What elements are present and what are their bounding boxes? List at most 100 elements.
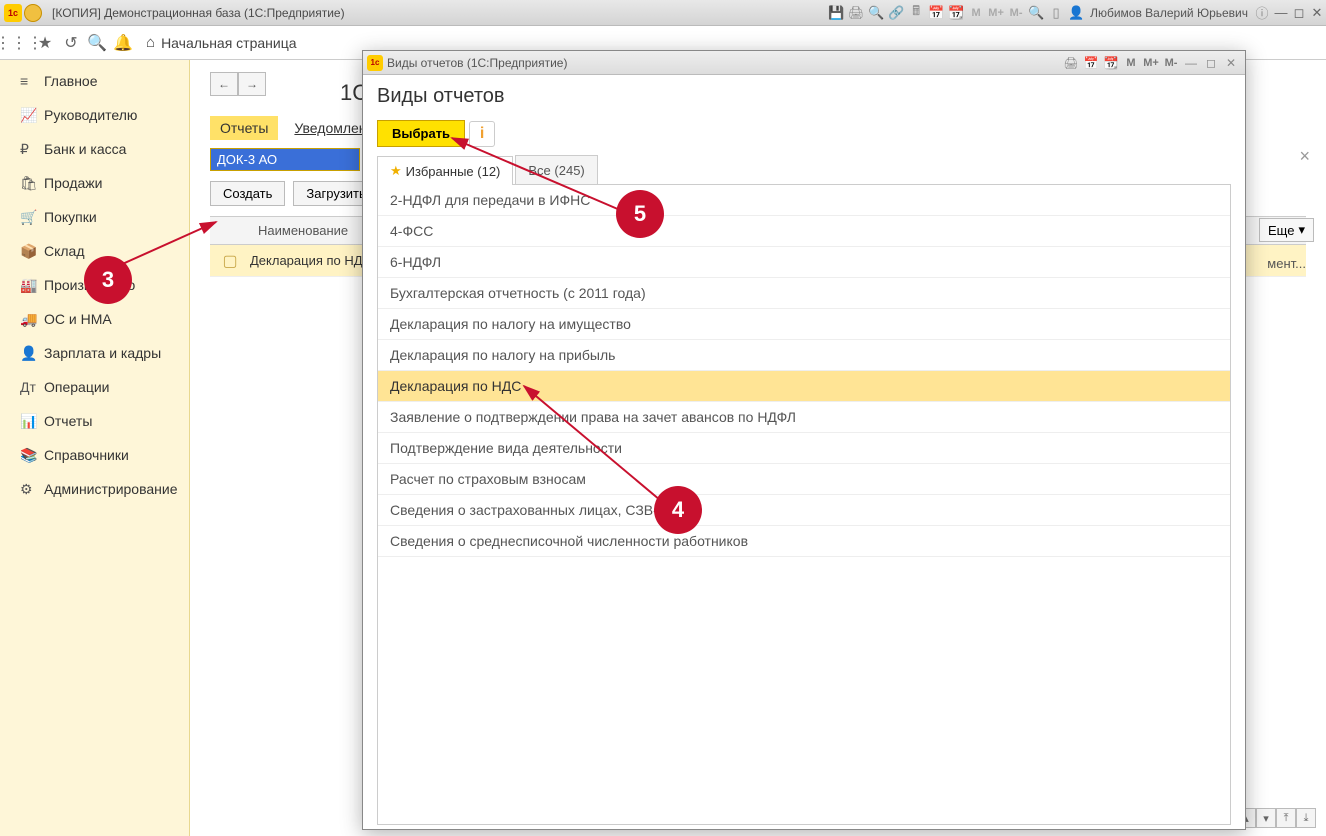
sidebar-item[interactable]: 📚Справочники bbox=[0, 438, 189, 472]
report-item[interactable]: Расчет по страховым взносам bbox=[378, 464, 1230, 495]
report-item[interactable]: 4-ФСС bbox=[378, 216, 1230, 247]
dialog-print-icon[interactable]: 🖨 bbox=[1061, 56, 1081, 70]
create-button[interactable]: Создать bbox=[210, 181, 285, 206]
report-item[interactable]: Сведения о среднесписочной численности р… bbox=[378, 526, 1230, 557]
sidebar-label: Покупки bbox=[44, 209, 97, 225]
tab-reports[interactable]: Отчеты bbox=[210, 116, 278, 140]
sidebar-label: Отчеты bbox=[44, 413, 92, 429]
maximize-icon[interactable]: ◻ bbox=[1290, 5, 1308, 21]
sidebar-item[interactable]: ≡Главное bbox=[0, 64, 189, 98]
save-icon[interactable]: 💾 bbox=[826, 5, 846, 21]
sidebar-item[interactable]: ⚙Администрирование bbox=[0, 472, 189, 506]
m-icon[interactable]: M bbox=[966, 7, 986, 19]
sidebar-label: Зарплата и кадры bbox=[44, 345, 161, 361]
sidebar-item[interactable]: ДтОперации bbox=[0, 370, 189, 404]
sidebar-icon: ⚙ bbox=[20, 481, 44, 498]
sidebar-label: Главное bbox=[44, 73, 98, 89]
report-item[interactable]: 2-НДФЛ для передачи в ИФНС bbox=[378, 185, 1230, 216]
back-button[interactable]: ← bbox=[210, 72, 238, 96]
tab-favorites[interactable]: ★ Избранные (12) bbox=[377, 156, 513, 185]
date-icon[interactable]: 📆 bbox=[946, 5, 966, 21]
report-item[interactable]: Заявление о подтверждении права на зачет… bbox=[378, 402, 1230, 433]
sidebar-label: Руководителю bbox=[44, 107, 137, 123]
sidebar-icon: 🚚 bbox=[20, 311, 44, 328]
scroll-top-icon[interactable]: ⤒ bbox=[1276, 808, 1296, 828]
panel-icon[interactable]: ▯ bbox=[1046, 5, 1066, 21]
dialog-minimize-icon[interactable]: — bbox=[1181, 56, 1201, 70]
apps-icon[interactable]: ⋮⋮⋮ bbox=[6, 30, 32, 56]
more-button[interactable]: Еще ▾ bbox=[1259, 218, 1314, 242]
sidebar-item[interactable]: 📊Отчеты bbox=[0, 404, 189, 438]
scroll-bottom-icon[interactable]: ⤓ bbox=[1296, 808, 1316, 828]
minimize-icon[interactable]: — bbox=[1272, 5, 1290, 20]
sidebar-icon: 📊 bbox=[20, 413, 44, 430]
dialog-calendar-icon[interactable]: 📅 bbox=[1081, 56, 1101, 70]
annotation-3: 3 bbox=[84, 256, 132, 304]
sidebar-icon: 🛒 bbox=[20, 209, 44, 226]
dialog-date-icon[interactable]: 📆 bbox=[1101, 56, 1121, 70]
home-label: Начальная страница bbox=[161, 35, 296, 51]
user-name[interactable]: Любимов Валерий Юрьевич bbox=[1090, 6, 1248, 20]
filter-input[interactable] bbox=[210, 148, 360, 171]
calc-icon[interactable]: 🖩 bbox=[906, 2, 926, 24]
m-minus-icon[interactable]: M- bbox=[1006, 7, 1026, 19]
sidebar-icon: 📈 bbox=[20, 107, 44, 124]
zoom-icon[interactable]: 🔍 bbox=[1026, 5, 1046, 21]
user-icon: 👤 bbox=[1066, 5, 1086, 21]
sidebar-icon: 🏭 bbox=[20, 277, 44, 294]
report-item[interactable]: Декларация по налогу на прибыль bbox=[378, 340, 1230, 371]
report-types-dialog: 1c Виды отчетов (1С:Предприятие) 🖨 📅 📆 M… bbox=[362, 50, 1246, 830]
sidebar-label: Администрирование bbox=[44, 481, 178, 497]
sidebar-item[interactable]: 🚚ОС и НМА bbox=[0, 302, 189, 336]
sidebar-icon: 📦 bbox=[20, 243, 44, 260]
dialog-close-icon[interactable]: ✕ bbox=[1221, 56, 1241, 70]
history-icon[interactable]: ↺ bbox=[58, 30, 84, 56]
left-sidebar: ≡Главное📈Руководителю₽Банк и касса🛍Прода… bbox=[0, 60, 190, 836]
dialog-mplus-icon[interactable]: M+ bbox=[1141, 57, 1161, 69]
bell-icon[interactable]: 🔔 bbox=[110, 30, 136, 56]
report-item[interactable]: Подтверждение вида деятельности bbox=[378, 433, 1230, 464]
sidebar-item[interactable]: 🛒Покупки bbox=[0, 200, 189, 234]
search-icon[interactable]: 🔍 bbox=[84, 30, 110, 56]
scroll-down-icon[interactable]: ▾ bbox=[1256, 808, 1276, 828]
column-comment: мент... bbox=[1267, 256, 1306, 271]
report-item[interactable]: Сведения о застрахованных лицах, СЗВ-М bbox=[378, 495, 1230, 526]
sidebar-item[interactable]: 👤Зарплата и кадры bbox=[0, 336, 189, 370]
search-doc-icon[interactable]: 🔍 bbox=[866, 5, 886, 21]
sidebar-item[interactable]: 📈Руководителю bbox=[0, 98, 189, 132]
info-icon[interactable]: ⓘ bbox=[1252, 3, 1272, 22]
sidebar-label: ОС и НМА bbox=[44, 311, 112, 327]
report-item[interactable]: Бухгалтерская отчетность (с 2011 года) bbox=[378, 278, 1230, 309]
select-button[interactable]: Выбрать bbox=[377, 120, 465, 147]
report-item[interactable]: 6-НДФЛ bbox=[378, 247, 1230, 278]
row-label: Декларация по НД bbox=[250, 253, 363, 268]
print-icon[interactable]: 🖨 bbox=[846, 5, 866, 21]
star-icon[interactable]: ★ bbox=[32, 30, 58, 56]
annotation-5: 5 bbox=[616, 190, 664, 238]
sidebar-item[interactable]: ₽Банк и касса bbox=[0, 132, 189, 166]
report-item[interactable]: Декларация по НДС bbox=[378, 371, 1230, 402]
sidebar-icon: 🛍 bbox=[20, 175, 44, 192]
dialog-mminus-icon[interactable]: M- bbox=[1161, 57, 1181, 69]
tab-all[interactable]: Все (245) bbox=[515, 155, 597, 184]
sidebar-label: Банк и касса bbox=[44, 141, 126, 157]
close-tab-icon[interactable]: × bbox=[1299, 146, 1310, 167]
dropdown-icon[interactable] bbox=[24, 4, 42, 22]
app-titlebar: 1c [КОПИЯ] Демонстрационная база (1С:Пре… bbox=[0, 0, 1326, 26]
report-item[interactable]: Декларация по налогу на имущество bbox=[378, 309, 1230, 340]
close-icon[interactable]: ✕ bbox=[1308, 5, 1326, 21]
dialog-titlebar: 1c Виды отчетов (1С:Предприятие) 🖨 📅 📆 M… bbox=[363, 51, 1245, 75]
forward-button[interactable]: → bbox=[238, 72, 266, 96]
scroll-buttons: ▴ ▾ ⤒ ⤓ bbox=[1236, 808, 1316, 828]
home-breadcrumb[interactable]: ⌂ Начальная страница bbox=[146, 34, 297, 51]
calendar-icon[interactable]: 📅 bbox=[926, 5, 946, 21]
annotation-4: 4 bbox=[654, 486, 702, 534]
link-icon[interactable]: 🔗 bbox=[886, 5, 906, 21]
sidebar-item[interactable]: 🛍Продажи bbox=[0, 166, 189, 200]
dialog-maximize-icon[interactable]: ◻ bbox=[1201, 56, 1221, 70]
sidebar-icon: 👤 bbox=[20, 345, 44, 362]
dialog-m-icon[interactable]: M bbox=[1121, 57, 1141, 69]
sidebar-icon: Дт bbox=[20, 379, 44, 395]
m-plus-icon[interactable]: M+ bbox=[986, 7, 1006, 19]
info-button[interactable]: i bbox=[469, 121, 495, 147]
